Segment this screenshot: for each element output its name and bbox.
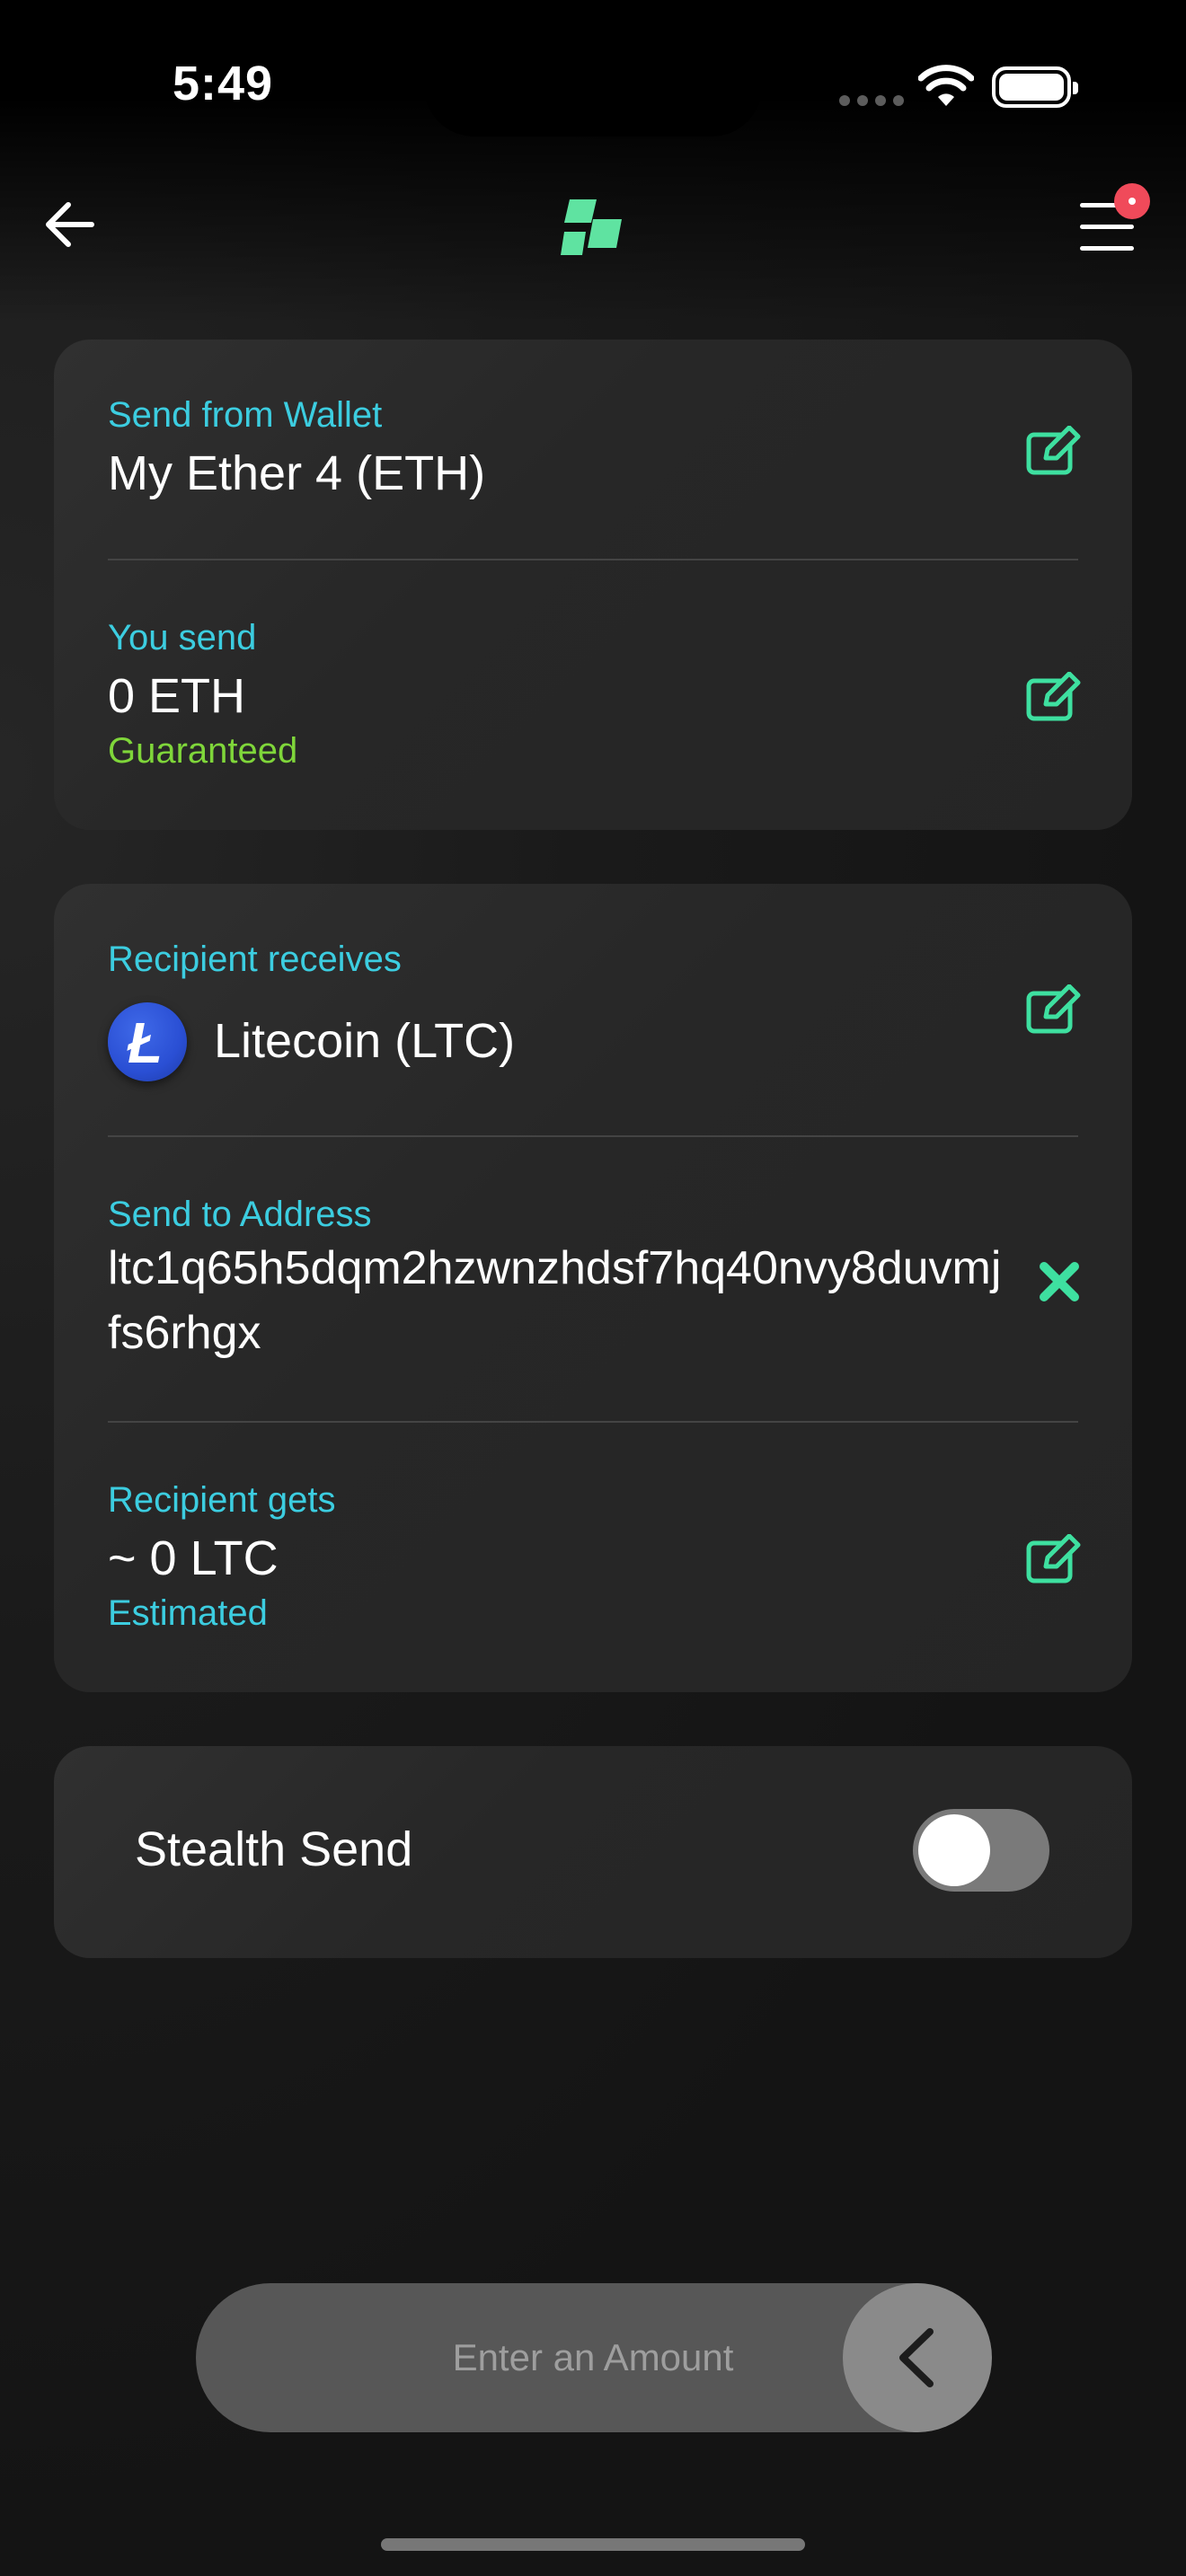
recipient-gets-value: ~ 0 LTC: [108, 1531, 279, 1585]
status-time: 5:49: [173, 57, 274, 110]
app-logo-icon: [561, 199, 622, 255]
clear-address-icon[interactable]: [1037, 1259, 1082, 1304]
coin-name: Litecoin (LTC): [214, 1014, 516, 1068]
dynamic-island: [424, 36, 762, 137]
edit-amount-icon[interactable]: [1026, 672, 1082, 722]
send-from-card: Send from Wallet My Ether 4 (ETH) You se…: [54, 340, 1132, 830]
guaranteed-note: Guaranteed: [108, 731, 298, 771]
enter-amount-slider[interactable]: Enter an Amount: [196, 2283, 992, 2432]
wifi-icon: [918, 65, 974, 106]
litecoin-icon: Ł: [108, 1002, 187, 1081]
divider: [108, 1135, 1078, 1137]
send-amount-label: You send: [108, 618, 257, 657]
stealth-send-toggle[interactable]: [913, 1809, 1049, 1892]
divider: [108, 559, 1078, 560]
battery-icon: [992, 66, 1078, 108]
edit-wallet-icon[interactable]: [1026, 426, 1082, 476]
stealth-send-card: Stealth Send: [54, 1746, 1132, 1958]
stealth-send-label: Stealth Send: [135, 1822, 413, 1876]
home-indicator: [381, 2538, 805, 2551]
chevron-left-icon: [899, 2328, 934, 2387]
recipient-gets-label: Recipient gets: [108, 1480, 336, 1520]
edit-coin-icon[interactable]: [1026, 984, 1082, 1035]
wallet-value: My Ether 4 (ETH): [108, 446, 486, 500]
recipient-card: Recipient receives Ł Litecoin (LTC) Send…: [54, 884, 1132, 1692]
edit-recipient-gets-icon[interactable]: [1026, 1534, 1082, 1584]
notification-badge: [1114, 183, 1150, 219]
recipient-receives-label: Recipient receives: [108, 940, 402, 979]
address-value: ltc1q65h5dqm2hzwnzhdsf7hq40nvy8duvmjfs6r…: [108, 1242, 1002, 1359]
send-amount-value: 0 ETH: [108, 669, 246, 723]
arrow-left-icon[interactable]: [43, 199, 97, 250]
slide-handle-button[interactable]: [843, 2283, 992, 2432]
wallet-label: Send from Wallet: [108, 395, 383, 435]
divider: [108, 1421, 1078, 1423]
address-label: Send to Address: [108, 1195, 372, 1234]
estimated-note: Estimated: [108, 1593, 268, 1633]
cellular-signal-icon: [839, 95, 904, 106]
